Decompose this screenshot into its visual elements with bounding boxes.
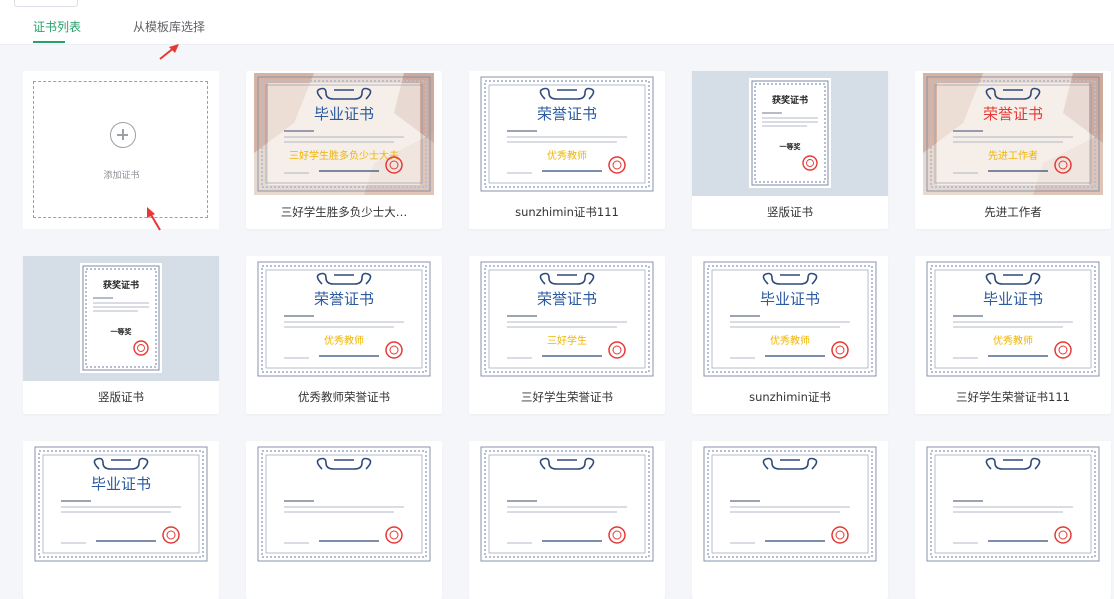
certificate-card[interactable]: 荣誉证书 优秀教师 sunzhimin证书111 [469,71,665,229]
certificate-thumbnail[interactable]: 荣誉证书 优秀教师 [469,71,665,196]
certificate-name: 三好学生荣誉证书 [521,390,613,404]
annotation-arrow-icon [147,207,161,231]
certificate-thumbnail[interactable]: 获奖证书 一等奖 [692,71,888,196]
plus-circle-icon [110,122,136,148]
svg-text:优秀教师: 优秀教师 [547,149,587,162]
certificate-card[interactable]: 毕业证书 优秀教师 三好学生荣誉证书111 [915,256,1111,414]
svg-text:优秀教师: 优秀教师 [770,334,810,347]
certificate-thumbnail[interactable]: 毕业证书 优秀教师 [915,256,1111,381]
active-tab-indicator [33,41,65,43]
tab-certificate-list[interactable]: 证书列表 [33,18,81,35]
certificate-thumbnail[interactable]: 毕业证书 [23,441,219,566]
svg-text:荣誉证书: 荣誉证书 [983,105,1043,123]
certificate-name: sunzhimin证书 [749,390,831,404]
certificate-card[interactable]: 荣誉证书 先进工作者 先进工作者 [915,71,1111,229]
certificate-card[interactable]: 毕业证书 [23,441,219,599]
certificate-card[interactable]: 毕业证书 三好学生胜多负少士大夫 三好学生胜多负少士大… [246,71,442,229]
svg-text:毕业证书: 毕业证书 [760,290,820,308]
top-tab-bar: 证书列表 从模板库选择 [0,0,1114,45]
svg-text:一等奖: 一等奖 [111,327,133,336]
certificate-name [23,566,219,599]
svg-text:毕业证书: 毕业证书 [91,475,151,493]
certificate-name [246,566,442,599]
certificate-card[interactable] [915,441,1111,599]
certificate-card[interactable] [692,441,888,599]
certificate-thumbnail[interactable] [246,441,442,566]
certificate-name: 先进工作者 [984,205,1042,219]
certificate-thumbnail[interactable]: 毕业证书 优秀教师 [692,256,888,381]
certificate-card[interactable] [246,441,442,599]
certificate-name [469,566,665,599]
svg-text:三好学生胜多负少士大夫: 三好学生胜多负少士大夫 [289,149,399,162]
svg-text:获奖证书: 获奖证书 [772,94,808,106]
certificate-name: 竖版证书 [98,390,144,404]
certificate-name: 三好学生胜多负少士大… [280,205,408,219]
certificate-thumbnail[interactable]: 毕业证书 三好学生胜多负少士大夫 [246,71,442,196]
svg-text:先进工作者: 先进工作者 [988,150,1038,162]
certificate-thumbnail[interactable] [692,441,888,566]
certificate-name: sunzhimin证书111 [515,205,619,219]
svg-text:荣誉证书: 荣誉证书 [537,105,597,123]
top-stub [14,0,78,7]
certificate-card[interactable]: 荣誉证书 优秀教师 优秀教师荣誉证书 [246,256,442,414]
svg-text:荣誉证书: 荣誉证书 [314,290,374,308]
svg-text:毕业证书: 毕业证书 [314,105,374,123]
add-certificate-dropzone[interactable]: 添加证书 [33,81,208,218]
certificate-thumbnail[interactable] [915,441,1111,566]
certificate-name [915,566,1111,599]
svg-text:获奖证书: 获奖证书 [103,279,139,291]
certificate-thumbnail[interactable] [469,441,665,566]
add-certificate-card[interactable]: 添加证书 [23,71,219,229]
tab-template-library[interactable]: 从模板库选择 [133,18,205,35]
svg-text:三好学生: 三好学生 [547,334,587,347]
svg-text:荣誉证书: 荣誉证书 [537,290,597,308]
certificate-name: 竖版证书 [767,205,813,219]
certificate-name: 三好学生荣誉证书111 [956,390,1070,404]
certificate-thumbnail[interactable]: 荣誉证书 先进工作者 [915,71,1111,196]
certificate-card[interactable]: 获奖证书 一等奖 竖版证书 [23,256,219,414]
certificate-card[interactable]: 获奖证书 一等奖 竖版证书 [692,71,888,229]
svg-text:优秀教师: 优秀教师 [993,334,1033,347]
certificate-card[interactable]: 毕业证书 优秀教师 sunzhimin证书 [692,256,888,414]
certificate-name: 优秀教师荣誉证书 [298,390,390,404]
svg-text:毕业证书: 毕业证书 [983,290,1043,308]
svg-text:一等奖: 一等奖 [780,142,802,151]
certificate-card[interactable]: 荣誉证书 三好学生 三好学生荣誉证书 [469,256,665,414]
certificate-thumbnail[interactable]: 荣誉证书 优秀教师 [246,256,442,381]
certificate-name [692,566,888,599]
certificate-thumbnail[interactable]: 获奖证书 一等奖 [23,256,219,381]
add-certificate-label: 添加证书 [103,171,140,181]
annotation-arrow-icon [159,44,179,60]
certificate-card[interactable] [469,441,665,599]
svg-text:优秀教师: 优秀教师 [324,334,364,347]
certificate-thumbnail[interactable]: 荣誉证书 三好学生 [469,256,665,381]
